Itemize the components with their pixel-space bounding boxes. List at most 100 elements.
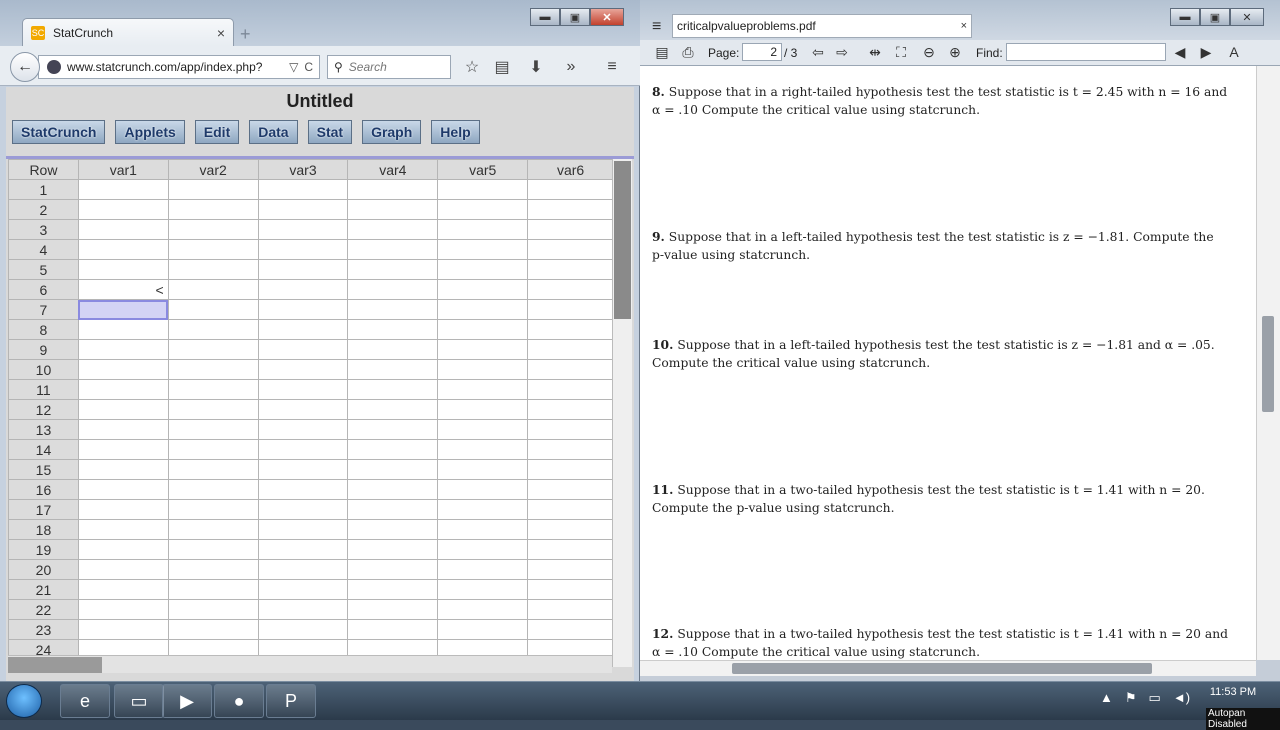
grid-cell[interactable] — [347, 459, 439, 480]
firefox-taskbar-icon[interactable]: ● — [214, 684, 264, 718]
grid-cell[interactable] — [257, 259, 349, 280]
grid-cell[interactable] — [347, 239, 439, 260]
action-center-flag-icon[interactable]: ⚑ — [1125, 690, 1137, 706]
grid-cell[interactable] — [77, 259, 169, 280]
row-number[interactable]: 15 — [8, 459, 79, 480]
grid-cell[interactable] — [527, 339, 614, 360]
tray-expand-icon[interactable]: ▲ — [1100, 690, 1113, 706]
grid-cell[interactable] — [527, 479, 614, 500]
pdf-close-button[interactable]: ✕ — [1230, 8, 1264, 26]
grid-cell[interactable] — [167, 499, 259, 520]
selected-grid-cell[interactable] — [77, 299, 169, 320]
grid-cell[interactable] — [437, 559, 529, 580]
grid-cell[interactable] — [167, 219, 259, 240]
pdf-horizontal-scroll-thumb[interactable] — [732, 663, 1152, 674]
row-number[interactable]: 16 — [8, 479, 79, 500]
data-grid[interactable]: Row var1 var2 var3 var4 var5 var6 1 2 3 4 5 6 <7 8 9 10… — [8, 159, 614, 667]
url-text[interactable]: www.statcrunch.com/app/index.php? — [67, 60, 283, 74]
row-number[interactable]: 13 — [8, 419, 79, 440]
grid-cell[interactable] — [77, 199, 169, 220]
next-page-icon[interactable]: ⇨ — [832, 42, 852, 62]
grid-cell[interactable] — [347, 539, 439, 560]
network-icon[interactable]: ▭ — [1149, 690, 1161, 706]
row-number[interactable]: 20 — [8, 559, 79, 580]
grid-cell[interactable] — [257, 579, 349, 600]
pdf-page[interactable]: 8. Suppose that in a right-tailed hypoth… — [640, 66, 1256, 660]
grid-cell[interactable] — [347, 579, 439, 600]
back-button[interactable]: ← — [10, 52, 40, 82]
grid-cell[interactable] — [257, 339, 349, 360]
grid-cell[interactable] — [257, 419, 349, 440]
minimize-button[interactable]: ▬ — [530, 8, 560, 26]
grid-cell[interactable] — [527, 579, 614, 600]
row-number[interactable]: 10 — [8, 359, 79, 380]
menu-edit[interactable]: Edit — [194, 120, 240, 144]
grid-cell[interactable] — [527, 279, 614, 300]
taskbar-clock[interactable]: 11:53 PM — [1200, 686, 1266, 698]
grid-cell[interactable] — [347, 519, 439, 540]
page-number-input[interactable]: 2 — [742, 43, 782, 61]
grid-cell[interactable] — [77, 499, 169, 520]
grid-cell[interactable] — [527, 239, 614, 260]
row-number[interactable]: 7 — [8, 299, 79, 320]
grid-cell[interactable] — [347, 379, 439, 400]
zoom-out-icon[interactable]: ⊖ — [919, 42, 939, 62]
grid-cell[interactable] — [527, 539, 614, 560]
grid-cell[interactable] — [347, 479, 439, 500]
grid-cell[interactable] — [257, 599, 349, 620]
grid-cell[interactable] — [347, 179, 439, 200]
grid-cell[interactable] — [527, 219, 614, 240]
document-icon[interactable]: ▤ — [652, 42, 672, 62]
grid-cell[interactable] — [167, 519, 259, 540]
grid-cell[interactable] — [257, 539, 349, 560]
row-number[interactable]: 2 — [8, 199, 79, 220]
grid-cell[interactable] — [257, 519, 349, 540]
pdf-maximize-button[interactable]: ▣ — [1200, 8, 1230, 26]
grid-cell[interactable] — [347, 419, 439, 440]
grid-cell[interactable] — [347, 619, 439, 640]
grid-cell[interactable] — [257, 179, 349, 200]
overflow-chevron-icon[interactable]: » — [560, 56, 582, 78]
grid-cell[interactable]: < — [77, 279, 169, 300]
internet-explorer-icon[interactable]: e — [60, 684, 110, 718]
new-tab-icon[interactable]: + — [240, 24, 262, 44]
column-header-var6[interactable]: var6 — [527, 159, 614, 180]
grid-cell[interactable] — [437, 499, 529, 520]
grid-cell[interactable] — [347, 279, 439, 300]
grid-vertical-scrollbar[interactable] — [612, 159, 632, 667]
grid-cell[interactable] — [167, 179, 259, 200]
grid-cell[interactable] — [437, 199, 529, 220]
grid-cell[interactable] — [527, 179, 614, 200]
grid-cell[interactable] — [77, 319, 169, 340]
find-input[interactable] — [1006, 43, 1166, 61]
grid-cell[interactable] — [257, 439, 349, 460]
grid-cell[interactable] — [77, 619, 169, 640]
grid-cell[interactable] — [347, 319, 439, 340]
grid-cell[interactable] — [437, 539, 529, 560]
pdf-reader-taskbar-icon[interactable]: P — [266, 684, 316, 718]
grid-cell[interactable] — [167, 199, 259, 220]
grid-cell[interactable] — [347, 359, 439, 380]
column-header-var2[interactable]: var2 — [167, 159, 259, 180]
menu-graph[interactable]: Graph — [362, 120, 422, 144]
row-number[interactable]: 23 — [8, 619, 79, 640]
grid-cell[interactable] — [347, 339, 439, 360]
grid-cell[interactable] — [437, 519, 529, 540]
pdf-vertical-scroll-thumb[interactable] — [1262, 316, 1274, 412]
pdf-tab[interactable]: criticalpvalueproblems.pdf × — [672, 14, 972, 38]
grid-cell[interactable] — [167, 359, 259, 380]
translate-icon[interactable]: A — [1224, 42, 1244, 62]
grid-cell[interactable] — [77, 359, 169, 380]
column-header-var5[interactable]: var5 — [437, 159, 529, 180]
grid-cell[interactable] — [437, 419, 529, 440]
browser-tab-statcrunch[interactable]: SC StatCrunch × — [22, 18, 234, 46]
row-number[interactable]: 1 — [8, 179, 79, 200]
find-previous-icon[interactable]: ◀ — [1170, 42, 1190, 62]
grid-cell[interactable] — [167, 379, 259, 400]
grid-cell[interactable] — [77, 439, 169, 460]
bookmark-star-icon[interactable]: ☆ — [461, 56, 483, 78]
row-number[interactable]: 12 — [8, 399, 79, 420]
grid-cell[interactable] — [77, 339, 169, 360]
grid-cell[interactable] — [167, 319, 259, 340]
grid-cell[interactable] — [77, 219, 169, 240]
